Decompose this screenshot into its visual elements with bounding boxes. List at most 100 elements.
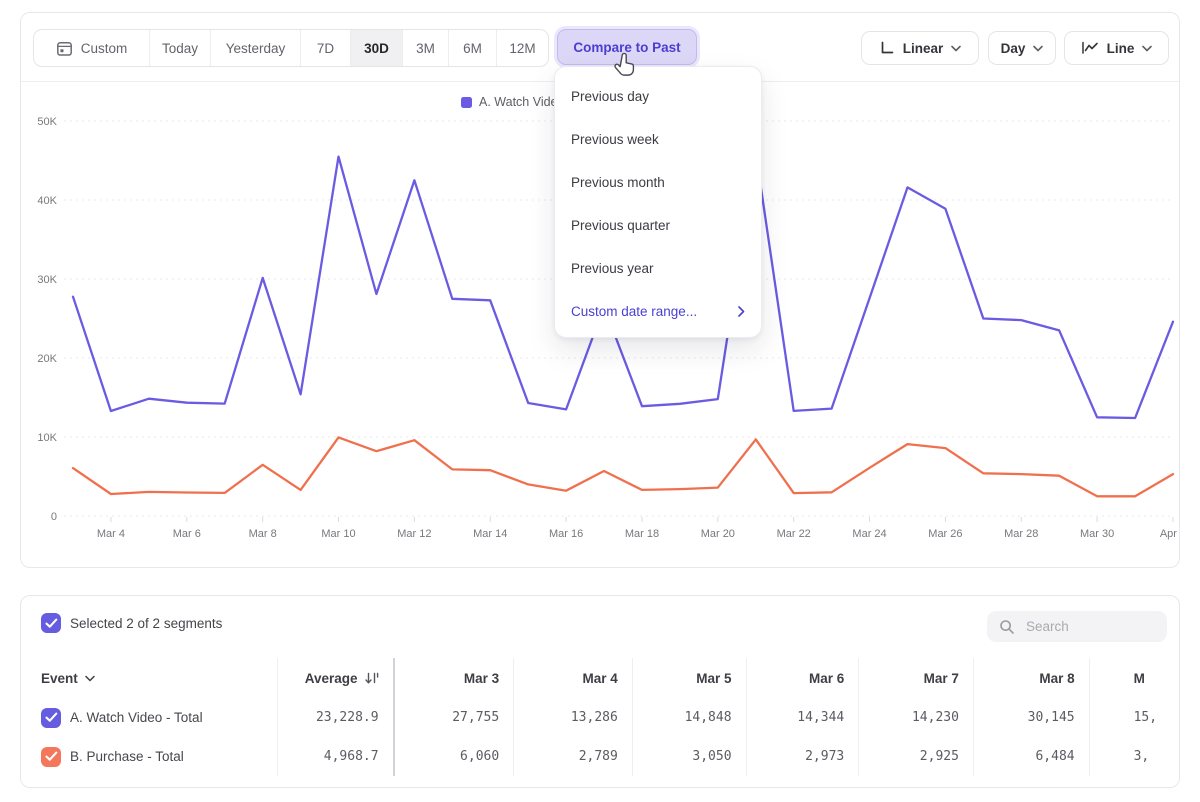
average-cell: 4,968.7	[278, 737, 395, 776]
date-range-30d[interactable]: 30D	[351, 30, 403, 66]
value-cell: 14,848	[633, 698, 747, 737]
date-range-yesterday[interactable]: Yesterday	[211, 30, 301, 66]
scale-label: Linear	[903, 41, 944, 56]
search-box	[987, 611, 1167, 642]
x-axis-tick-label: Mar 30	[1080, 528, 1114, 540]
table-row[interactable]: B. Purchase - Total4,968.76,0602,7893,05…	[21, 737, 1179, 776]
date-range-segmented-control: Custom Today Yesterday 7D 30D 3M 6M 12M	[33, 29, 549, 67]
table-header-row: Event Average Mar 3Mar 4Mar 5Mar 6Mar 7Mar…	[21, 658, 1179, 698]
x-axis-tick-label: Mar 16	[549, 528, 583, 540]
average-header-label: Average	[305, 671, 358, 686]
x-axis-tick-label: Mar 4	[97, 528, 125, 540]
y-axis-tick-label: 40K	[37, 195, 57, 207]
date-range-7d[interactable]: 7D	[301, 30, 351, 66]
date-column-header[interactable]: Mar 8	[974, 658, 1090, 698]
clipped-value-cell: 15,	[1090, 698, 1179, 737]
interval-select-button[interactable]: Day	[988, 31, 1056, 65]
date-range-label: Custom	[81, 41, 128, 56]
value-cell: 30,145	[974, 698, 1090, 737]
menu-item-label: Previous quarter	[571, 218, 670, 233]
selected-summary-label: Selected 2 of 2 segments	[70, 616, 222, 631]
series-line-b	[73, 437, 1173, 496]
x-axis-tick-label: Mar 26	[928, 528, 962, 540]
date-column-header[interactable]: Mar 4	[514, 658, 633, 698]
cursor-pointer-icon	[612, 52, 638, 85]
date-range-6m[interactable]: 6M	[449, 30, 497, 66]
chevron-down-icon	[85, 675, 95, 682]
segment-checkbox[interactable]	[41, 747, 61, 767]
y-axis-tick-label: 10K	[37, 432, 57, 444]
date-range-3m[interactable]: 3M	[403, 30, 449, 66]
chart-type-label: Line	[1107, 41, 1135, 56]
date-range-custom[interactable]: Custom	[34, 30, 150, 66]
date-range-label: 12M	[509, 41, 535, 56]
x-axis-tick-label: Mar 28	[1004, 528, 1038, 540]
date-column-header[interactable]: Mar 5	[633, 658, 747, 698]
value-cell: 14,344	[747, 698, 860, 737]
menu-item-previous-day[interactable]: Previous day	[555, 75, 761, 118]
date-range-label: 30D	[364, 41, 389, 56]
date-range-label: Today	[162, 41, 198, 56]
x-axis-tick-label: Mar 8	[249, 528, 277, 540]
chart-type-select-button[interactable]: Line	[1064, 31, 1169, 65]
chevron-down-icon	[1142, 45, 1152, 52]
date-range-12m[interactable]: 12M	[497, 30, 548, 66]
calendar-icon	[56, 40, 73, 57]
value-cell: 14,230	[859, 698, 974, 737]
y-axis-tick-label: 30K	[37, 274, 57, 286]
value-cell: 2,789	[514, 737, 633, 776]
value-cell: 27,755	[395, 698, 515, 737]
x-axis-tick-label: Mar 12	[397, 528, 431, 540]
x-axis-tick-label: Mar 22	[777, 528, 811, 540]
date-column-header[interactable]: Mar 7	[859, 658, 974, 698]
menu-item-previous-month[interactable]: Previous month	[555, 161, 761, 204]
date-range-label: 3M	[416, 41, 435, 56]
scale-select-button[interactable]: Linear	[861, 31, 979, 65]
line-chart-icon	[1081, 41, 1099, 55]
clipped-date-column-header: M	[1090, 658, 1179, 698]
segment-checkbox[interactable]	[41, 708, 61, 728]
y-axis-tick-label: 50K	[37, 116, 57, 128]
x-axis-tick-label: Mar 18	[625, 528, 659, 540]
date-range-today[interactable]: Today	[150, 30, 211, 66]
x-axis-tick-label: Mar 6	[173, 528, 201, 540]
x-axis-tick-label: Mar 24	[852, 528, 886, 540]
menu-item-previous-week[interactable]: Previous week	[555, 118, 761, 161]
y-axis-tick-label: 0	[51, 511, 57, 523]
menu-item-label: Previous year	[571, 261, 654, 276]
menu-item-previous-quarter[interactable]: Previous quarter	[555, 204, 761, 247]
menu-item-custom-date-range[interactable]: Custom date range...	[555, 290, 761, 333]
sort-descending-icon	[365, 672, 379, 685]
average-column-header[interactable]: Average	[278, 658, 395, 698]
value-cell: 2,925	[859, 737, 974, 776]
menu-item-label: Previous month	[571, 175, 665, 190]
select-all-checkbox[interactable]	[41, 613, 61, 633]
menu-item-label: Custom date range...	[571, 304, 697, 319]
value-cell: 6,484	[974, 737, 1090, 776]
series-a-swatch	[461, 97, 472, 108]
event-column-header[interactable]: Event	[21, 658, 278, 698]
date-column-header[interactable]: Mar 6	[747, 658, 860, 698]
event-cell: B. Purchase - Total	[21, 737, 278, 776]
interval-label: Day	[1001, 41, 1026, 56]
menu-item-label: Previous day	[571, 89, 649, 104]
date-range-label: 7D	[317, 41, 334, 56]
menu-item-label: Previous week	[571, 132, 659, 147]
axis-scale-icon	[879, 40, 895, 56]
date-range-label: 6M	[463, 41, 482, 56]
segments-panel: Selected 2 of 2 segments Event Average Mar…	[20, 595, 1180, 788]
summary-row: Selected 2 of 2 segments	[41, 613, 222, 633]
value-cell: 13,286	[514, 698, 633, 737]
table-row[interactable]: A. Watch Video - Total23,228.927,75513,2…	[21, 698, 1179, 737]
x-axis-tick-label: Mar 14	[473, 528, 507, 540]
chevron-down-icon	[951, 45, 961, 52]
segments-table: Event Average Mar 3Mar 4Mar 5Mar 6Mar 7Mar…	[21, 658, 1179, 776]
value-cell: 3,050	[633, 737, 747, 776]
menu-item-previous-year[interactable]: Previous year	[555, 247, 761, 290]
average-cell: 23,228.9	[278, 698, 395, 737]
clipped-value-cell: 3,	[1090, 737, 1179, 776]
value-cell: 2,973	[747, 737, 860, 776]
search-input[interactable]	[1024, 618, 1153, 635]
segment-label: B. Purchase - Total	[70, 749, 184, 764]
date-column-header[interactable]: Mar 3	[395, 658, 515, 698]
